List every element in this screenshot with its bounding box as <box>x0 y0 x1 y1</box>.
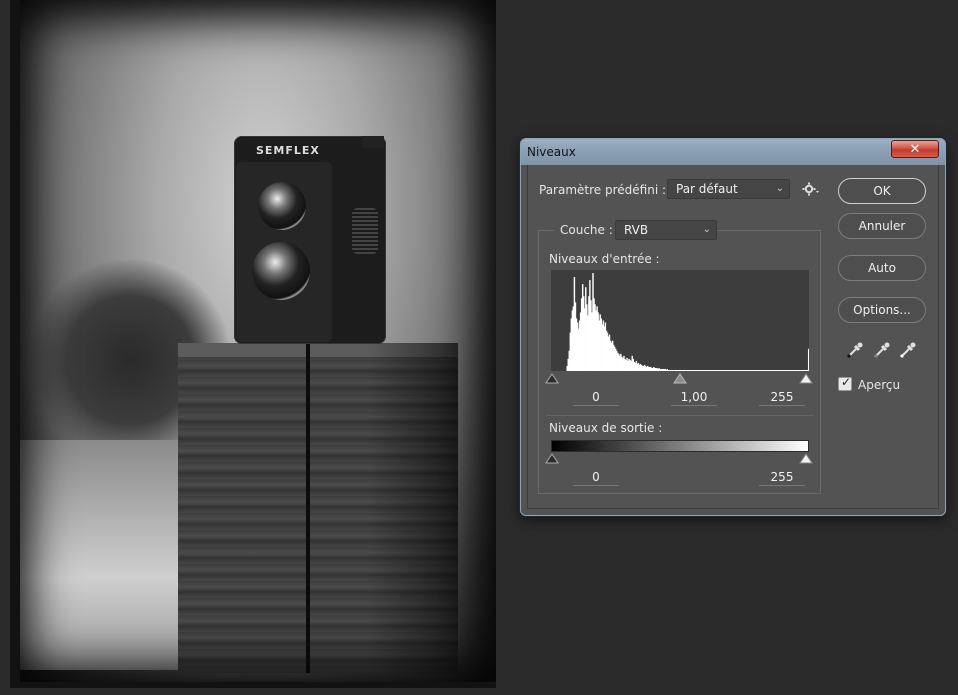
output-gradient-bar <box>551 440 809 452</box>
chevron-down-icon: ⌄ <box>775 183 784 194</box>
black-point-eyedropper-icon[interactable] <box>846 341 864 359</box>
preset-value: Par défaut <box>676 182 738 196</box>
channel-label: Couche : <box>554 223 619 237</box>
cancel-button[interactable]: Annuler <box>838 213 926 239</box>
ok-button[interactable]: OK <box>838 178 926 204</box>
close-icon: ✕ <box>909 142 921 157</box>
output-black-slider[interactable] <box>545 453 559 464</box>
histogram-bar <box>807 348 810 371</box>
white-point-eyedropper-icon[interactable] <box>899 341 917 359</box>
preset-label: Paramètre prédéfini : <box>539 183 667 197</box>
chevron-down-icon: ⌄ <box>702 224 711 235</box>
input-white-slider[interactable] <box>799 373 813 384</box>
input-white-field[interactable]: 255 <box>759 389 805 406</box>
options-button[interactable]: Options... <box>838 297 926 323</box>
dialog-title: Niveaux <box>527 145 576 159</box>
image-canvas: SEMFLEX <box>10 0 496 688</box>
preview-label[interactable]: Aperçu <box>858 378 900 392</box>
output-black-field[interactable]: 0 <box>573 469 619 486</box>
input-gamma-slider[interactable] <box>673 373 687 384</box>
channel-value: RVB <box>624 223 649 237</box>
checkmark-icon: ✓ <box>841 375 852 389</box>
input-gamma-field[interactable]: 1,00 <box>671 389 717 406</box>
output-white-field[interactable]: 255 <box>759 469 805 486</box>
close-button[interactable]: ✕ <box>891 140 939 158</box>
output-white-slider[interactable] <box>799 453 813 464</box>
preview-checkbox[interactable]: ✓ <box>838 375 852 391</box>
gray-point-eyedropper-icon[interactable] <box>873 341 891 359</box>
preset-options-gear-icon[interactable] <box>802 181 820 197</box>
preset-select[interactable]: Par défaut ⌄ <box>667 179 790 199</box>
section-divider <box>547 415 813 416</box>
auto-button[interactable]: Auto <box>838 255 926 281</box>
histogram <box>551 270 810 371</box>
dialog-title-bar[interactable]: Niveaux ✕ <box>521 139 945 165</box>
output-levels-label: Niveaux de sortie : <box>549 421 663 435</box>
input-levels-label: Niveaux d'entrée : <box>549 252 660 266</box>
channel-select[interactable]: RVB ⌄ <box>615 220 717 240</box>
input-black-field[interactable]: 0 <box>573 389 619 406</box>
input-black-slider[interactable] <box>545 373 559 384</box>
histogram-plot <box>566 273 810 371</box>
